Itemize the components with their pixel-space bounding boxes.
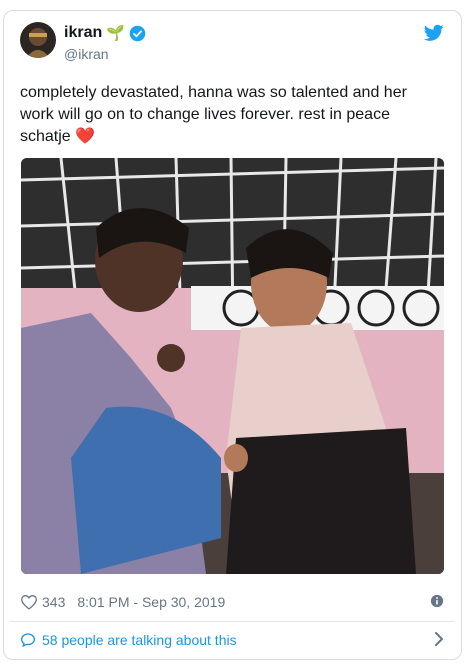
tweet-header: ikran 🌱 @ikran (20, 22, 444, 70)
verified-badge-icon (129, 25, 146, 41)
seedling-emoji: 🌱 (106, 25, 125, 42)
tweet-meta: 343 8:01 PM - Sep 30, 2019 (20, 591, 444, 613)
tweet-timestamp[interactable]: 8:01 PM - Sep 30, 2019 (77, 594, 225, 610)
heart-icon[interactable] (20, 594, 38, 610)
avatar[interactable] (20, 22, 56, 58)
author-name-row[interactable]: ikran 🌱 (64, 24, 146, 42)
twitter-bird-icon[interactable] (424, 24, 444, 42)
author-handle[interactable]: @ikran (64, 46, 109, 62)
speech-bubble-icon (20, 633, 36, 648)
info-icon[interactable] (430, 594, 444, 608)
chevron-right-icon[interactable] (434, 632, 444, 646)
tweet-photo[interactable] (21, 158, 444, 574)
conversation-link[interactable]: 58 people are talking about this (20, 629, 444, 651)
like-count[interactable]: 343 (42, 594, 65, 610)
heart-emoji: ❤️ (75, 128, 96, 145)
divider (10, 621, 454, 622)
tweet-text: completely devastated, hanna was so tale… (20, 82, 430, 148)
conversation-count-text[interactable]: 58 people are talking about this (42, 632, 237, 648)
author-name[interactable]: ikran (64, 24, 102, 42)
